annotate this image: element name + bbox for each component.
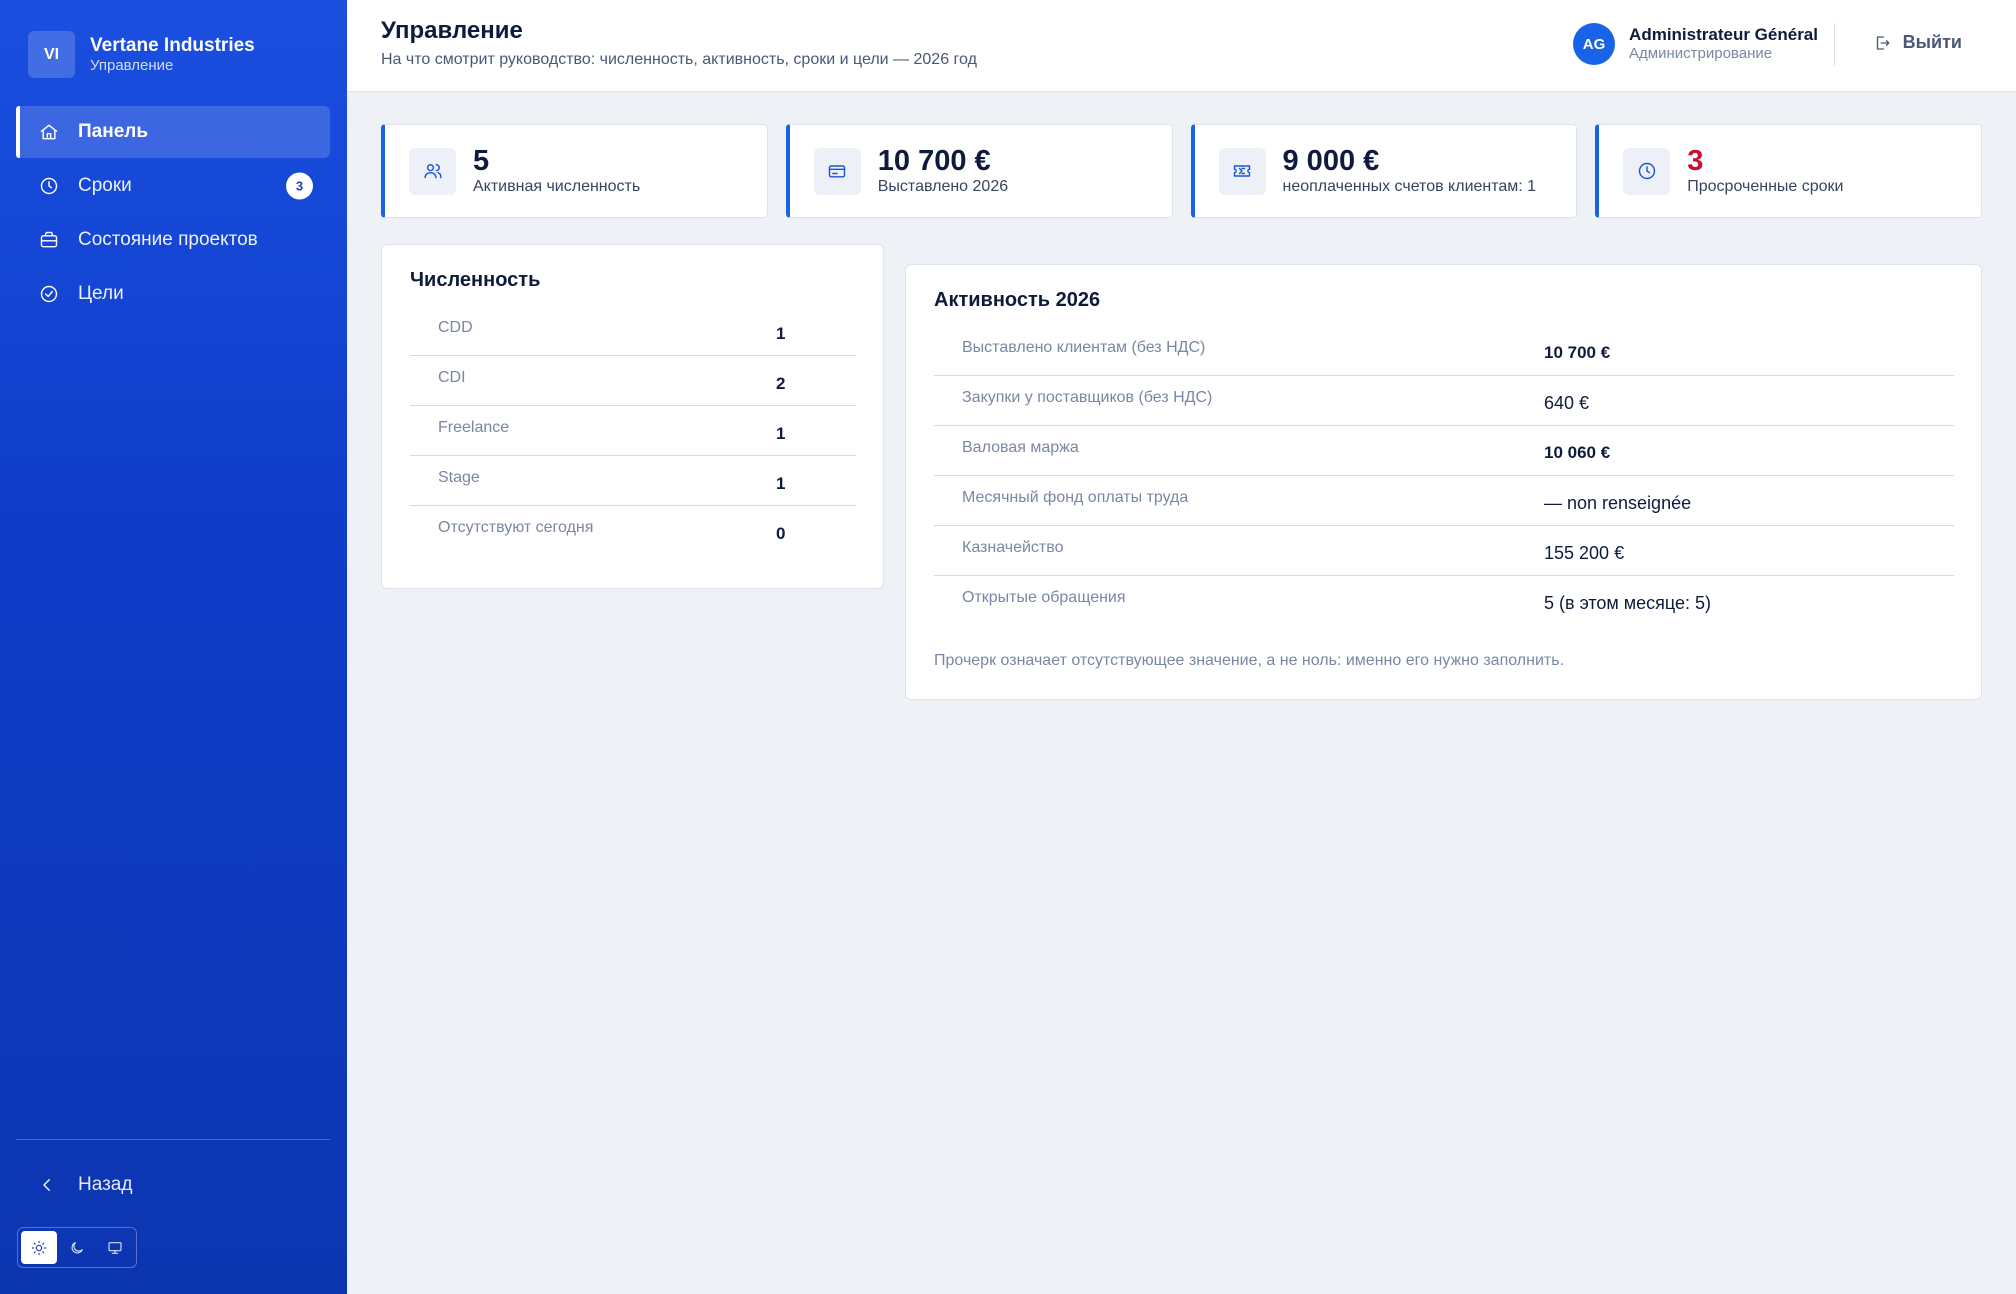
row-label: Отсутствуют сегодня (438, 519, 594, 536)
row-value: 640 € (1544, 393, 1590, 413)
sidebar: VI Vertane Industries Управление Панель … (0, 0, 347, 1294)
row-value: 1 (776, 424, 786, 443)
theme-system-button[interactable] (97, 1231, 133, 1264)
brand-name: Vertane Industries (90, 34, 255, 56)
clock-icon (1623, 147, 1671, 195)
moon-icon (71, 1241, 83, 1253)
theme-dark-button[interactable] (59, 1231, 95, 1264)
sidebar-item-label: Состояние проектов (78, 229, 258, 250)
row-label: CDD (438, 319, 473, 336)
kpi-label: Активная численность (473, 178, 641, 195)
sun-icon (31, 1240, 47, 1255)
row-value: 2 (776, 374, 786, 393)
row-value: 5 (в этом месяце: 5) (1544, 593, 1712, 613)
page-title: Управление (381, 17, 523, 44)
deadlines-count-badge: 3 (286, 172, 313, 200)
kpi-value: 5 (473, 145, 490, 177)
brand-subtitle: Управление (90, 56, 174, 74)
back-label: Назад (78, 1174, 133, 1195)
row-label: CDI (438, 369, 466, 386)
kpi-card-unpaid: 9 000 € неоплаченных счетов клиентам: 1 (1190, 124, 1578, 218)
card-title: Активность 2026 (934, 289, 1101, 311)
users-icon (409, 147, 456, 195)
home-icon (38, 121, 60, 143)
page-subtitle: На что смотрит руководство: численность,… (381, 51, 977, 68)
logout-icon (1876, 35, 1890, 50)
row-value: 10 060 € (1544, 443, 1611, 462)
sidebar-item-label: Сроки (78, 175, 132, 196)
kpi-value: 10 700 € (877, 145, 991, 177)
table-row: Валовая маржа 10 060 € (934, 426, 1954, 476)
sidebar-item-goals[interactable]: Цели (16, 268, 330, 320)
activity-card: Активность 2026 Выставлено клиентам (без… (905, 264, 1982, 700)
row-label: Freelance (438, 419, 510, 436)
sidebar-item-label: Панель (78, 121, 149, 142)
sidebar-item-projects[interactable]: Состояние проектов (16, 214, 330, 266)
activity-note: Прочерк означает отсутствующее значение,… (934, 652, 1565, 669)
row-value: 1 (776, 324, 786, 343)
sidebar-item-deadlines[interactable]: Сроки 3 (16, 160, 330, 212)
row-label: Казначейство (962, 539, 1064, 556)
header-divider (1834, 23, 1835, 66)
ticket-icon (1218, 147, 1266, 195)
row-value: 0 (776, 524, 786, 543)
logout-label: Выйти (1902, 32, 1962, 52)
table-row: Отсутствуют сегодня 0 (410, 506, 856, 556)
user-role: Администрирование (1629, 45, 1773, 62)
table-row: Казначейство 155 200 € (934, 526, 1954, 576)
clock-icon (38, 175, 60, 197)
sidebar-divider (16, 1139, 330, 1140)
briefcase-icon (38, 229, 60, 251)
table-row: Месячный фонд оплаты труда — non renseig… (934, 476, 1954, 526)
kpi-card-headcount: 5 Активная численность (381, 124, 768, 218)
table-row: Stage 1 (410, 456, 856, 506)
row-label: Открытые обращения (962, 589, 1126, 606)
kpi-label: Выставлено 2026 (877, 178, 1009, 195)
kpi-row: 5 Активная численность 10 700 € Выставле… (381, 124, 1982, 218)
row-value: 155 200 € (1544, 543, 1625, 563)
row-value: 1 (776, 474, 786, 493)
table-row: Открытые обращения 5 (в этом месяце: 5) (934, 576, 1954, 626)
brand[interactable]: VI Vertane Industries Управление (28, 31, 255, 78)
kpi-card-overdue: 3 Просроченные сроки (1595, 124, 1982, 218)
sidebar-item-dashboard[interactable]: Панель (16, 106, 330, 158)
activity-table: Выставлено клиентам (без НДС) 10 700 € З… (934, 326, 1954, 626)
card-title: Численность (410, 269, 541, 291)
kpi-label: Просроченные сроки (1687, 178, 1844, 195)
user-menu[interactable]: AG Administrateur Général Администрирова… (1573, 23, 1818, 65)
table-row: Закупки у поставщиков (без НДС) 640 € (934, 376, 1954, 426)
table-row: Freelance 1 (410, 406, 856, 456)
page-header: Управление На что смотрит руководство: ч… (347, 0, 2016, 92)
theme-light-button[interactable] (21, 1231, 57, 1264)
headcount-table: CDD 1 CDI 2 Freelance 1 Stage 1 Отсутств… (410, 306, 856, 556)
kpi-value: 3 (1687, 145, 1704, 177)
chevron-left-icon (43, 1179, 50, 1191)
brand-logo: VI (28, 31, 75, 78)
back-link[interactable]: Назад (38, 1174, 132, 1196)
avatar: AG (1573, 23, 1616, 65)
theme-switcher (17, 1227, 137, 1268)
check-circle-icon (38, 283, 60, 305)
logout-button[interactable]: Выйти (1873, 32, 1962, 53)
invoice-icon (813, 147, 861, 195)
user-name: Administrateur Général (1629, 25, 1818, 44)
row-label: Выставлено клиентам (без НДС) (962, 339, 1206, 356)
row-label: Валовая маржа (962, 439, 1079, 456)
sidebar-nav: Панель Сроки 3 Состояние проектов Цели (16, 106, 330, 322)
table-row: Выставлено клиентам (без НДС) 10 700 € (934, 326, 1954, 376)
row-label: Месячный фонд оплаты труда (962, 489, 1189, 506)
headcount-card: Численность CDD 1 CDI 2 Freelance 1 Stag… (381, 244, 884, 589)
kpi-card-invoiced: 10 700 € Выставлено 2026 (785, 124, 1173, 218)
sidebar-item-label: Цели (78, 283, 124, 304)
row-value: — non renseignée (1544, 493, 1692, 513)
kpi-label: неоплаченных счетов клиентам: 1 (1282, 178, 1537, 195)
row-value: 10 700 € (1544, 343, 1611, 362)
monitor-icon (108, 1241, 122, 1254)
table-row: CDI 2 (410, 356, 856, 406)
row-label: Stage (438, 469, 480, 486)
table-row: CDD 1 (410, 306, 856, 356)
kpi-value: 9 000 € (1282, 145, 1380, 177)
row-label: Закупки у поставщиков (без НДС) (962, 389, 1213, 406)
